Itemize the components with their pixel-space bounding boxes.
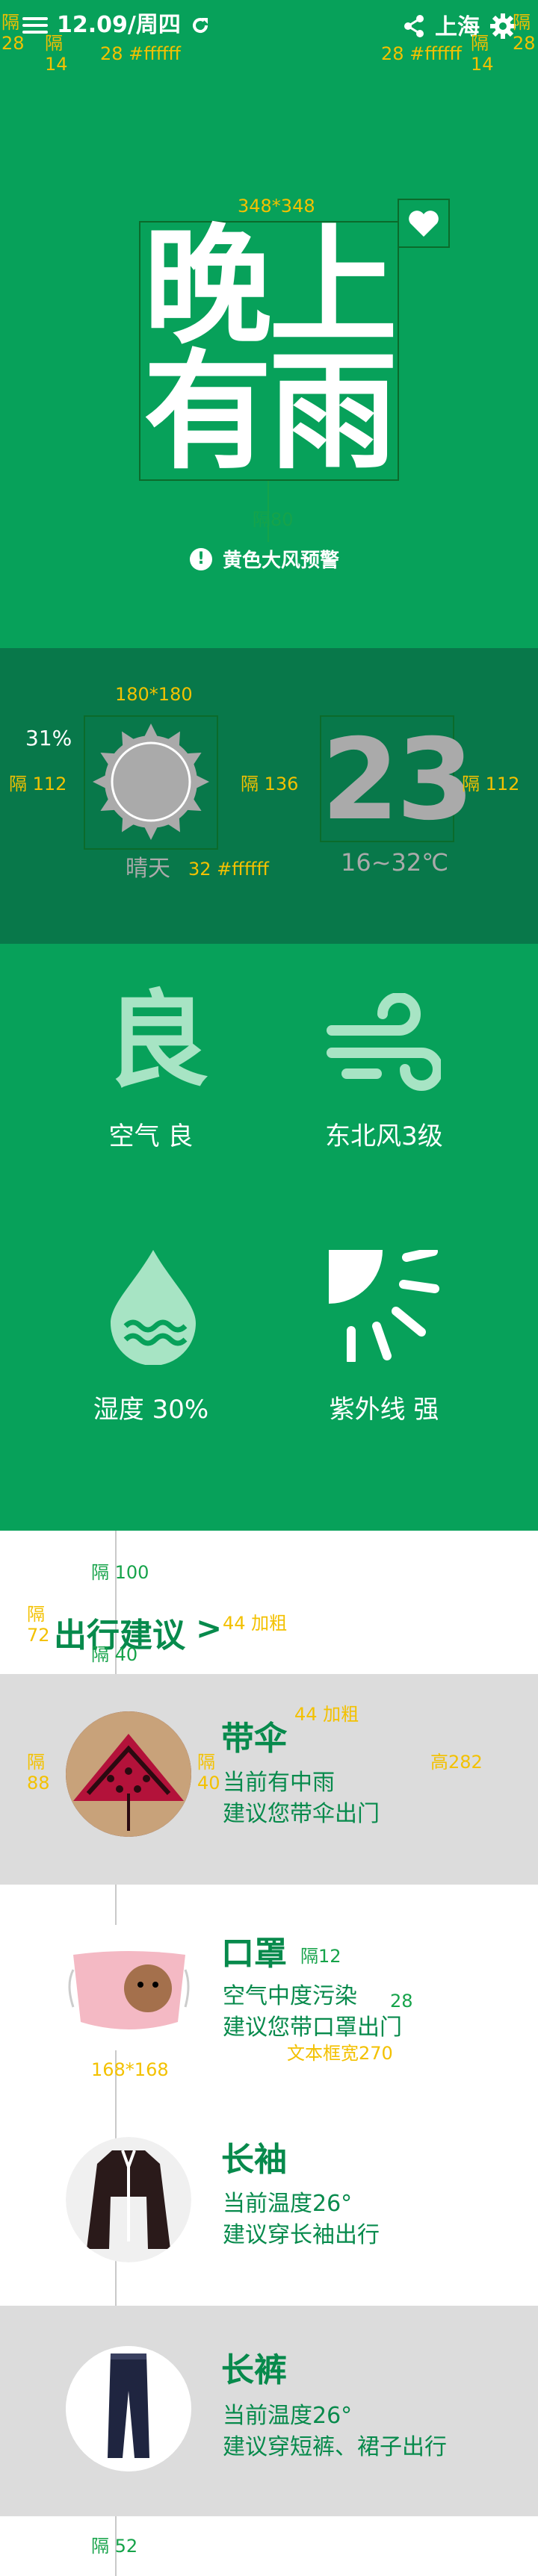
card-line-1: 当前温度26° bbox=[223, 2403, 353, 2429]
suggestion-card-trousers[interactable]: 长裤 当前温度26° 建议穿短裤、裙子出行 bbox=[0, 2306, 538, 2516]
annotation-gap-right: 隔 28 bbox=[513, 12, 536, 54]
annotation-title-spec: 44 加粗 bbox=[223, 1613, 288, 1634]
trousers-image bbox=[66, 2346, 191, 2471]
annotation-text: 14 bbox=[471, 54, 494, 75]
annotation-card-title-spec: 44 加粗 bbox=[294, 1704, 359, 1725]
suggestions-more-arrow[interactable]: > bbox=[196, 1610, 222, 1646]
card-line-2: 建议您带口罩出门 bbox=[223, 2015, 402, 2041]
annotation-gap40: 隔 40 bbox=[91, 1644, 138, 1665]
heart-icon bbox=[409, 211, 439, 237]
annotation-font-spec-left: 28 #ffffff bbox=[100, 43, 181, 64]
hero-headline: 晚上 有雨 bbox=[143, 211, 398, 487]
annotation-text: 隔 bbox=[45, 33, 63, 54]
details-section bbox=[0, 944, 538, 1531]
hero-line-1: 晚上 bbox=[143, 211, 398, 361]
topbar-right: 上海 bbox=[404, 13, 516, 42]
temperature-range: 16~32℃ bbox=[341, 848, 449, 877]
weather-page: 12.09/周四 上海 隔 28 隔 14 28 #ffffff 28 #fffff… bbox=[0, 0, 538, 2576]
annotation-gap12: 隔12 bbox=[300, 1946, 341, 1967]
hero-line-2: 有雨 bbox=[143, 337, 398, 487]
annotation-text: 隔 bbox=[27, 1604, 45, 1625]
annotation-img-size: 168*168 bbox=[91, 2059, 169, 2080]
annotation-text: 隔 bbox=[471, 33, 489, 54]
date-label: 12.09/周四 bbox=[57, 12, 181, 38]
annotation-sun-size: 180*180 bbox=[115, 684, 193, 705]
long-sleeve-image bbox=[66, 2137, 191, 2262]
annotation-gap100: 隔 100 bbox=[91, 1562, 149, 1583]
card-line-2: 建议穿长袖出行 bbox=[223, 2222, 380, 2248]
suggestion-card-umbrella[interactable]: 带伞 当前有中雨 建议您带伞出门 bbox=[0, 1674, 538, 1885]
annotation-text: 28 bbox=[513, 33, 536, 54]
sun-icon bbox=[93, 724, 209, 840]
card-line-1: 当前有中雨 bbox=[223, 1770, 335, 1796]
card-line-1: 空气中度污染 bbox=[223, 1983, 357, 2009]
annotation-textbox: 文本框宽270 bbox=[287, 2043, 393, 2064]
wind-icon bbox=[327, 993, 441, 1091]
temperature-value: 23 bbox=[321, 715, 474, 845]
suggestion-card-long-sleeve[interactable]: 长袖 当前温度26° 建议穿长袖出行 bbox=[0, 2095, 538, 2306]
mask-image bbox=[66, 1925, 191, 2050]
wind-label: 东北风3级 bbox=[325, 1121, 443, 1151]
favorite-button[interactable] bbox=[398, 199, 450, 248]
annotation-text: 72 bbox=[27, 1625, 50, 1646]
refresh-icon[interactable] bbox=[190, 15, 211, 36]
annotation-font-spec-right: 28 #ffffff bbox=[381, 43, 462, 64]
share-icon[interactable] bbox=[404, 15, 424, 40]
air-quality-label: 空气 良 bbox=[108, 1121, 194, 1151]
annotation-gap52: 隔 52 bbox=[91, 2536, 138, 2557]
annotation-text: 40 bbox=[197, 1773, 220, 1793]
annotation-num28: 28 bbox=[390, 1991, 413, 2012]
humidity-label: 湿度 30% bbox=[93, 1395, 209, 1425]
water-drop-icon bbox=[111, 1250, 196, 1365]
card-line-1: 当前温度26° bbox=[223, 2191, 353, 2217]
warning-text: 黄色大风预警 bbox=[223, 550, 340, 572]
card-line-2: 建议您带伞出门 bbox=[223, 1801, 380, 1827]
annotation-gap80: 隔80 bbox=[253, 509, 294, 530]
annotation-text: 88 bbox=[27, 1773, 50, 1793]
annotation-text: 28 bbox=[1, 33, 25, 54]
card-title: 长袖 bbox=[221, 2141, 287, 2179]
condition-label: 晴天 bbox=[126, 856, 170, 882]
annotation-gap-top: 隔 14 bbox=[45, 33, 68, 75]
annotation-text: 隔 bbox=[513, 12, 531, 33]
annotation-gap112b: 隔 112 bbox=[462, 774, 520, 794]
card-title: 长裤 bbox=[221, 2351, 287, 2389]
menu-icon[interactable] bbox=[22, 16, 48, 35]
wind-warning[interactable]: ! 黄色大风预警 bbox=[190, 545, 339, 573]
annotation-gap112: 隔 112 bbox=[9, 774, 67, 794]
annotation-cond-spec: 32 #ffffff bbox=[188, 859, 269, 880]
annotation-text: 隔 bbox=[197, 1752, 215, 1773]
annotation-gap-left: 隔 28 bbox=[1, 12, 25, 54]
card-line-2: 建议穿短裤、裙子出行 bbox=[223, 2434, 447, 2460]
annotation-gap136: 隔 136 bbox=[241, 774, 299, 794]
card-title: 口罩 bbox=[221, 1935, 287, 1973]
annotation-text: 14 bbox=[45, 54, 68, 75]
uv-sun-icon bbox=[329, 1250, 439, 1362]
suggestion-card-mask[interactable]: 口罩 空气中度污染 建议您带口罩出门 bbox=[0, 1885, 538, 2095]
gear-icon[interactable] bbox=[490, 13, 516, 42]
humidity-value: 31% bbox=[25, 726, 72, 750]
umbrella-image bbox=[66, 1711, 191, 1837]
annotation-text: 隔 bbox=[1, 12, 19, 33]
annotation-gap88: 隔 88 bbox=[27, 1752, 50, 1793]
annotation-gap40b: 隔 40 bbox=[197, 1752, 220, 1793]
exclamation-icon: ! bbox=[190, 547, 212, 570]
annotation-gap-top-right: 隔 14 bbox=[471, 33, 494, 75]
air-quality-icon: 良 bbox=[105, 980, 210, 1102]
annotation-text: 隔 bbox=[27, 1752, 45, 1773]
uv-label: 紫外线 强 bbox=[329, 1395, 439, 1425]
annotation-gap72: 隔 72 bbox=[27, 1604, 50, 1646]
card-title: 带伞 bbox=[221, 1720, 287, 1758]
annotation-height282: 高282 bbox=[430, 1752, 483, 1773]
